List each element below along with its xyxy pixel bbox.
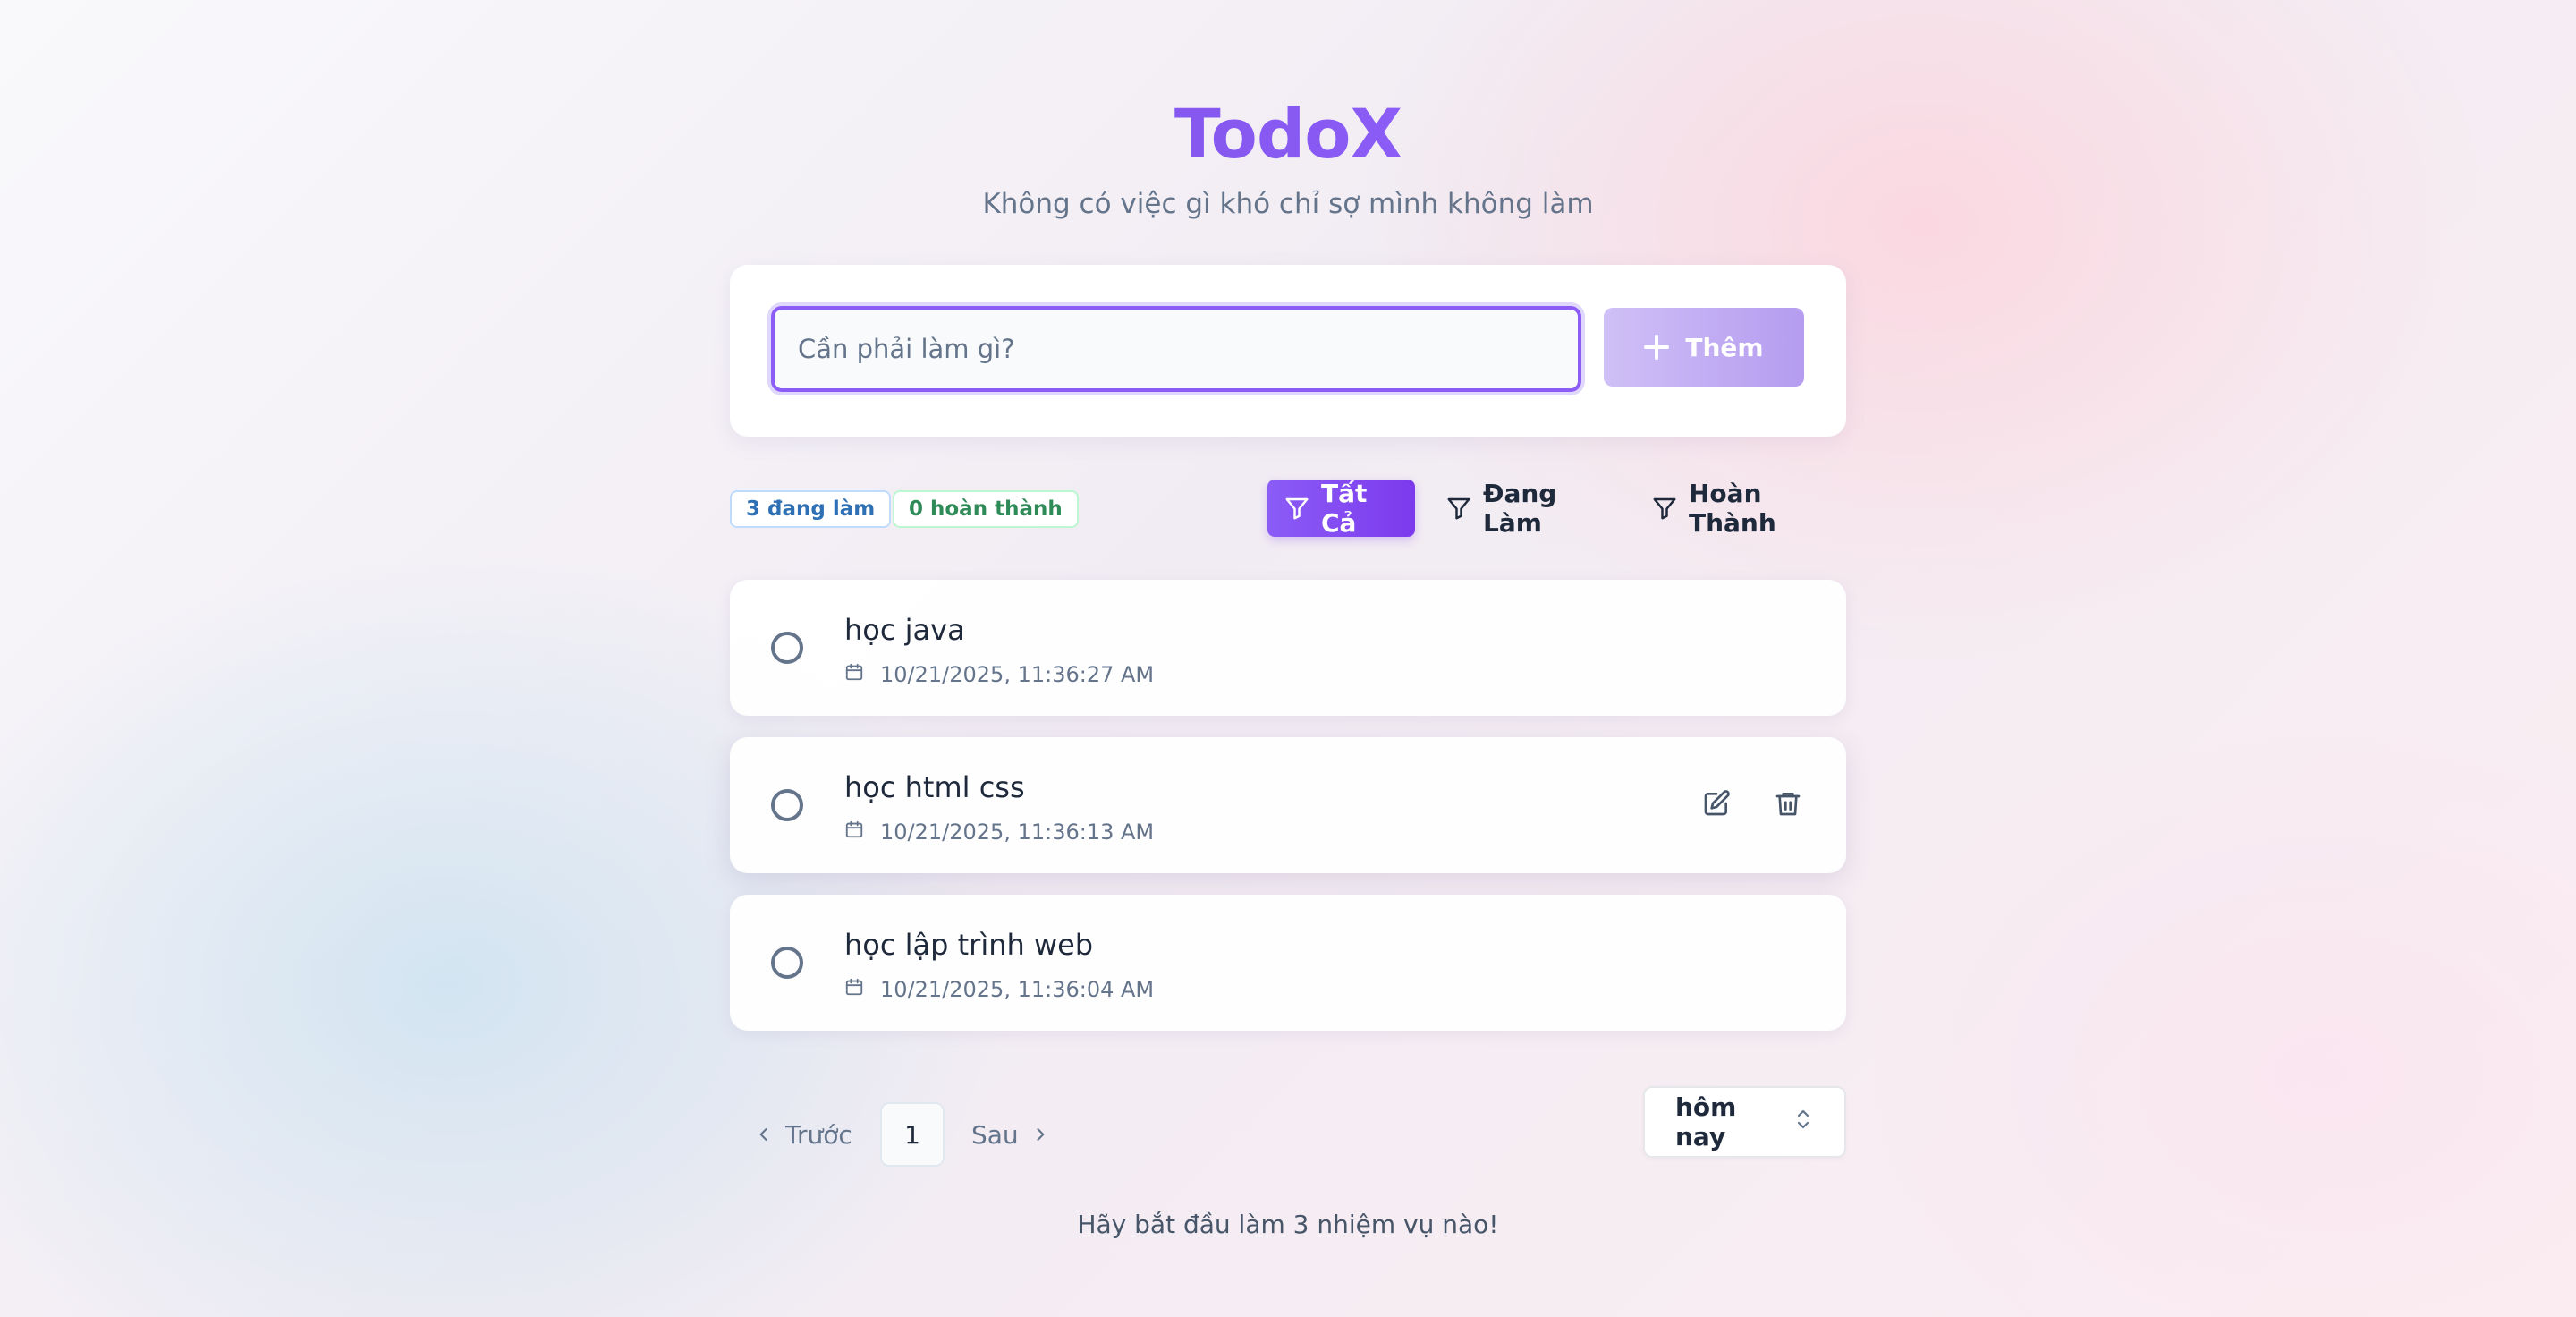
- chevron-left-icon: [755, 1120, 773, 1150]
- edit-icon: [1702, 789, 1731, 821]
- next-page-button[interactable]: Sau: [971, 1102, 1049, 1167]
- filter-done-label: Hoàn Thành: [1689, 479, 1776, 538]
- calendar-icon: [844, 820, 864, 845]
- filter-all-label: Tất Cả: [1321, 479, 1368, 538]
- task-timestamp: 10/21/2025, 11:36:13 AM: [880, 820, 1155, 845]
- task-title: học lập trình web: [844, 928, 1094, 962]
- add-button-label: Thêm: [1685, 332, 1764, 362]
- edit-task-button[interactable]: [1699, 787, 1734, 823]
- filter-icon: [1445, 495, 1472, 522]
- task-meta: 10/21/2025, 11:36:04 AM: [844, 977, 1154, 1002]
- date-range-select[interactable]: hôm nay: [1643, 1086, 1846, 1158]
- prev-page-button[interactable]: Trước: [755, 1102, 852, 1167]
- filter-icon: [1651, 495, 1678, 522]
- calendar-icon: [844, 662, 864, 687]
- task-checkbox[interactable]: [771, 947, 803, 979]
- next-page-label: Sau: [971, 1119, 1019, 1150]
- task-title: học html css: [844, 770, 1025, 804]
- page-number-button[interactable]: 1: [880, 1102, 945, 1167]
- add-task-card: Thêm: [730, 265, 1846, 437]
- trash-icon: [1774, 789, 1802, 821]
- pagination: Trước 1 Sau: [730, 1102, 1088, 1167]
- task-title: học java: [844, 613, 965, 647]
- stats-filter-row: 3 đang làm 0 hoàn thành Tất Cả Đang Làm …: [730, 479, 1846, 538]
- filter-done-button[interactable]: Hoàn Thành: [1635, 479, 1846, 538]
- filter-active-label: Đang Làm: [1483, 479, 1557, 538]
- filter-icon: [1284, 495, 1310, 522]
- task-item[interactable]: học html css 10/21/2025, 11:36:13 AM: [730, 737, 1846, 873]
- date-range-value: hôm nay: [1675, 1092, 1737, 1151]
- prev-page-label: Trước: [785, 1119, 852, 1150]
- plus-icon: [1644, 335, 1670, 360]
- active-count-badge: 3 đang làm: [730, 490, 892, 528]
- delete-task-button[interactable]: [1770, 787, 1806, 823]
- task-checkbox[interactable]: [771, 789, 803, 821]
- task-checkbox[interactable]: [771, 632, 803, 664]
- footer-message: Hãy bắt đầu làm 3 nhiệm vụ nào!: [1077, 1210, 1499, 1239]
- task-input[interactable]: [771, 306, 1581, 392]
- task-meta: 10/21/2025, 11:36:13 AM: [844, 820, 1154, 845]
- chevron-right-icon: [1031, 1120, 1049, 1150]
- page-title: TodoX: [730, 89, 1846, 179]
- task-item[interactable]: học lập trình web 10/21/2025, 11:36:04 A…: [730, 895, 1846, 1031]
- chevron-up-down-icon: [1792, 1106, 1814, 1139]
- page-subtitle: Không có việc gì khó chỉ sợ mình không l…: [982, 188, 1594, 220]
- task-meta: 10/21/2025, 11:36:27 AM: [844, 662, 1154, 687]
- calendar-icon: [844, 977, 864, 1002]
- task-item[interactable]: học java 10/21/2025, 11:36:27 AM: [730, 580, 1846, 716]
- filter-all-button[interactable]: Tất Cả: [1267, 479, 1415, 538]
- task-timestamp: 10/21/2025, 11:36:04 AM: [880, 977, 1155, 1002]
- task-timestamp: 10/21/2025, 11:36:27 AM: [880, 662, 1155, 687]
- add-task-button[interactable]: Thêm: [1604, 308, 1804, 387]
- filter-active-button[interactable]: Đang Làm: [1429, 479, 1608, 538]
- done-count-badge: 0 hoàn thành: [893, 490, 1079, 528]
